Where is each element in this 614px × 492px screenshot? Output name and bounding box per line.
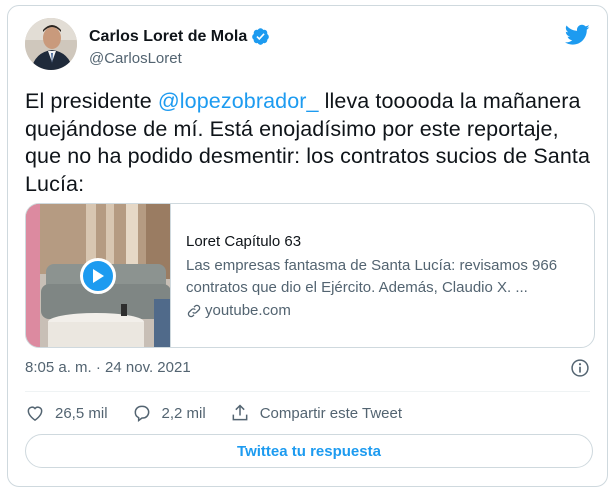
divider xyxy=(25,391,590,392)
play-icon xyxy=(93,269,104,283)
link-thumbnail[interactable] xyxy=(26,204,171,347)
author-handle[interactable]: @CarlosLoret xyxy=(89,50,182,67)
tweet-text-before: El presidente xyxy=(25,89,158,113)
link-domain: youtube.com xyxy=(205,302,291,319)
author-name-row[interactable]: Carlos Loret de Mola xyxy=(89,27,270,46)
link-icon xyxy=(187,304,201,317)
verified-badge-icon xyxy=(252,28,270,45)
tweet-timestamp[interactable]: 8:05 a. m. · 24 nov. 2021 xyxy=(25,359,191,376)
tweet-text: El presidente @lopezobrador_ lleva toooo… xyxy=(25,88,600,198)
reply-count: 2,2 mil xyxy=(161,404,206,422)
twitter-bird-icon[interactable] xyxy=(565,24,590,46)
mention-link[interactable]: @lopezobrador_ xyxy=(158,89,319,113)
play-button[interactable] xyxy=(80,258,116,294)
author-name[interactable]: Carlos Loret de Mola xyxy=(89,28,247,46)
link-domain-row: youtube.com xyxy=(186,302,594,319)
link-info[interactable]: Loret Capítulo 63 Las empresas fantasma … xyxy=(171,204,594,347)
link-preview-card[interactable]: Loret Capítulo 63 Las empresas fantasma … xyxy=(25,203,595,348)
avatar[interactable] xyxy=(25,18,77,70)
reply-compose-button[interactable]: Twittea tu respuesta xyxy=(25,434,593,468)
tweet-card: Carlos Loret de Mola @CarlosLoret El pre… xyxy=(7,5,608,487)
link-title[interactable]: Loret Capítulo 63 xyxy=(186,232,594,252)
share-label: Compartir este Tweet xyxy=(259,404,402,422)
link-description: Las empresas fantasma de Santa Lucía: re… xyxy=(186,257,558,296)
action-bar: 26,5 mil 2,2 mil Compartir este Tweet xyxy=(25,402,426,424)
like-count: 26,5 mil xyxy=(55,404,108,422)
info-icon[interactable] xyxy=(570,358,590,378)
reply-icon xyxy=(134,405,149,422)
share-icon xyxy=(232,404,248,421)
heart-icon xyxy=(27,406,43,421)
share-button[interactable]: Compartir este Tweet xyxy=(230,403,402,423)
like-button[interactable]: 26,5 mil xyxy=(25,403,108,423)
reply-button[interactable]: 2,2 mil xyxy=(132,403,206,423)
